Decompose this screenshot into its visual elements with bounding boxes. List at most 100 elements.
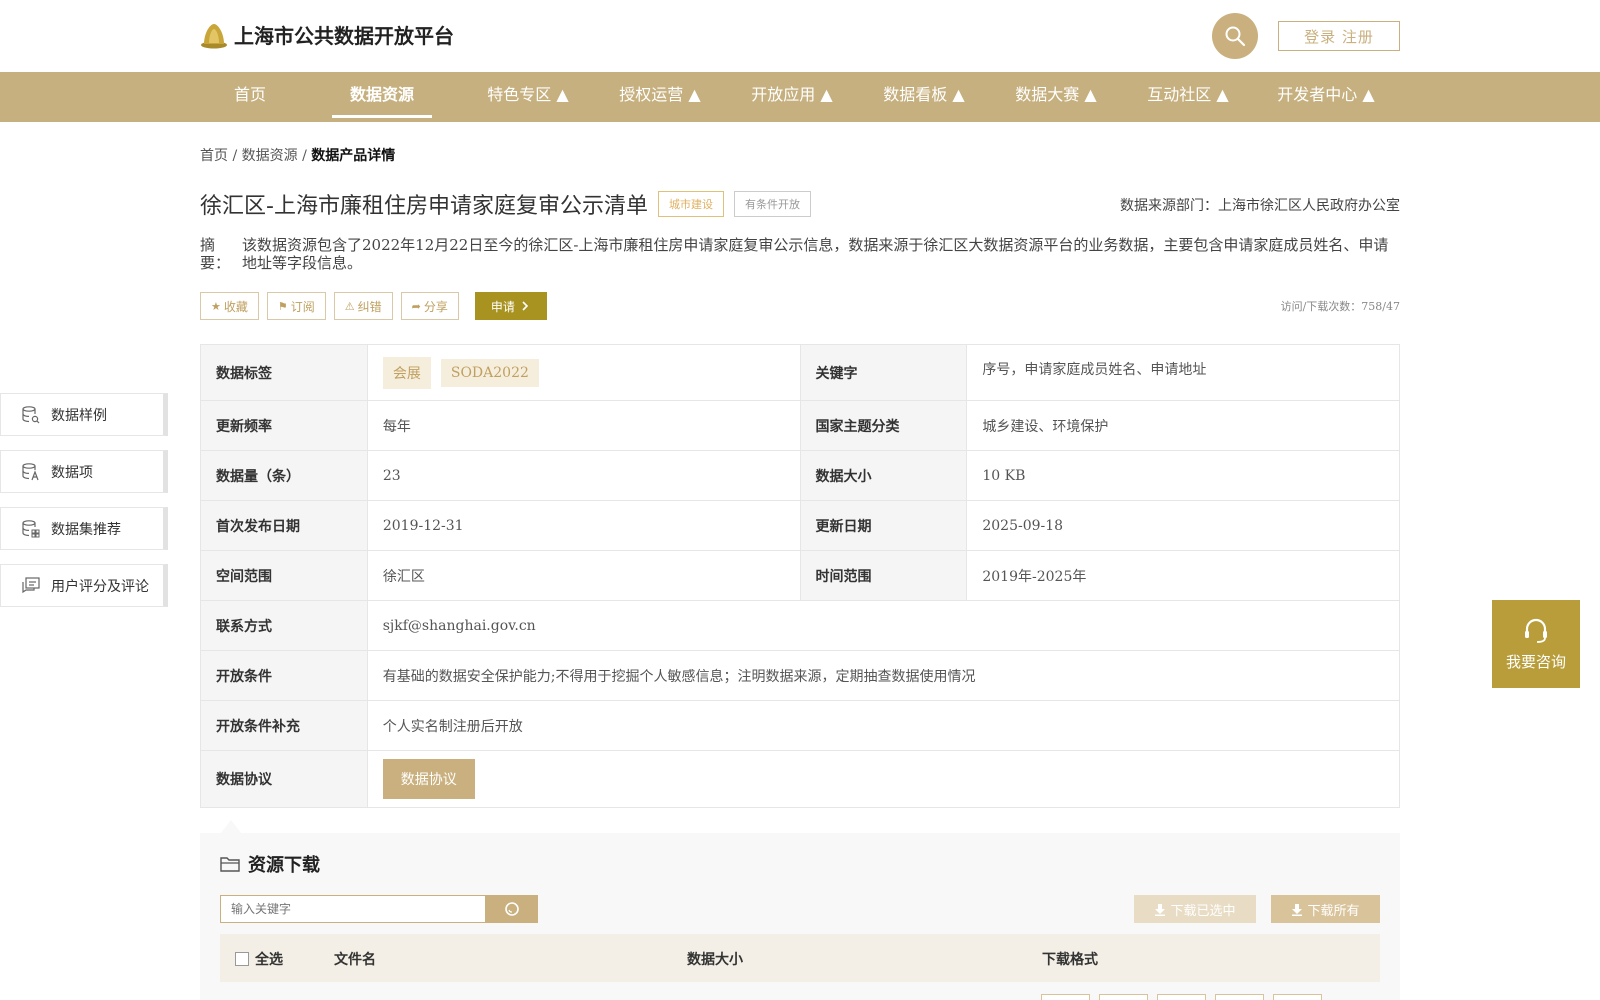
dataset-title: 徐汇区-上海市廉租住房申请家庭复审公示清单 (200, 194, 648, 219)
select-all-label: 全选 (255, 952, 283, 968)
open-type-tag: 有条件开放 (733, 191, 811, 217)
table-row: 更新频率 每年 国家主题分类 城乡建设、环境保护 (201, 401, 1399, 451)
freq-label: 更新频率 (201, 401, 368, 450)
login-register-button[interactable]: 登录 注册 (1278, 21, 1400, 51)
nav-data-resources[interactable]: 数据资源 (332, 72, 432, 122)
select-all-column[interactable]: 全选 (235, 949, 283, 969)
breadcrumb-sep: / (297, 148, 312, 164)
nav-community[interactable]: 互动社区 ▲ (1128, 72, 1248, 122)
open-cond-extra-value: 个人实名制注册后开放 (382, 718, 523, 735)
download-all-button[interactable]: 下载所有 (1271, 895, 1380, 923)
first-pub-label: 首次发布日期 (201, 501, 368, 550)
source-department: 数据来源部门：上海市徐汇区人民政府办公室 (1120, 198, 1400, 214)
freq-value: 每年 (368, 401, 801, 450)
protocol-label: 数据协议 (201, 751, 368, 807)
data-tag-chip[interactable]: 会展 (382, 356, 431, 389)
nav-home[interactable]: 首页 (226, 72, 274, 122)
nav-special-zone[interactable]: 特色专区 ▲ (468, 72, 588, 122)
breadcrumb-home[interactable]: 首页 (200, 148, 228, 164)
open-cond-label: 开放条件 (201, 651, 368, 700)
table-row: 数据量（条） 23 数据大小 10 KB (201, 451, 1399, 501)
tags-label: 数据标签 (201, 345, 368, 400)
updated-value: 2025-09-18 (982, 517, 1064, 534)
download-selected-label: 下载已选中 (1170, 903, 1236, 919)
site-title: 上海市公共数据开放平台 (234, 24, 454, 48)
download-search-button[interactable] (486, 895, 538, 923)
subscribe-button[interactable]: ⚑ 订阅 (266, 292, 326, 320)
comment-icon (22, 576, 40, 593)
table-row: 数据协议 数据协议 (201, 751, 1399, 807)
size-value: 10 KB (982, 467, 1026, 484)
side-item-ratings-comments[interactable]: 用户评分及评论 (0, 564, 168, 607)
search-icon (505, 902, 519, 916)
site-logo[interactable]: 上海市公共数据开放平台 (200, 20, 454, 49)
side-item-label: 数据样例 (51, 407, 107, 424)
share-button[interactable]: ➦ 分享 (400, 292, 459, 320)
main-nav: 首页 数据资源 特色专区 ▲ 授权运营 ▲ 开放应用 ▲ 数据看板 ▲ 数据大赛… (0, 72, 1600, 122)
breadcrumb: 首页 / 数据资源 / 数据产品详情 (200, 145, 395, 165)
keywords-label: 关键字 (800, 345, 968, 400)
open-cond-extra-label: 开放条件补充 (201, 701, 368, 750)
chevron-right-icon (522, 301, 529, 311)
format-button[interactable] (1215, 994, 1264, 1000)
download-title: 资源下载 (220, 851, 320, 877)
global-search-button[interactable] (1212, 13, 1258, 59)
favorite-button[interactable]: ★ 收藏 (200, 292, 259, 320)
database-letter-icon (22, 462, 39, 480)
download-icon (1155, 903, 1166, 916)
format-button[interactable] (1099, 994, 1148, 1000)
format-button[interactable] (1041, 994, 1090, 1000)
breadcrumb-current: 数据产品详情 (311, 148, 396, 164)
keywords-value: 序号，申请家庭成员姓名、申请地址 (982, 362, 1207, 378)
breadcrumb-section[interactable]: 数据资源 (242, 148, 298, 164)
first-pub-value: 2019-12-31 (368, 501, 801, 550)
filename-column-header: 文件名 (334, 952, 376, 968)
table-row: 首次发布日期 2019-12-31 更新日期 2025-09-18 (201, 501, 1399, 551)
format-buttons-row (1041, 994, 1331, 1000)
side-item-data-fields[interactable]: 数据项 (0, 450, 168, 493)
consult-label: 我要咨询 (1505, 652, 1566, 671)
format-button[interactable] (1157, 994, 1206, 1000)
apply-label: 申请 (490, 299, 515, 314)
category-tag: 城市建设 (657, 191, 724, 217)
report-error-button[interactable]: ⚠ 纠错 (333, 292, 393, 320)
format-button[interactable] (1273, 994, 1322, 1000)
data-tag-chip[interactable]: SODA2022 (440, 358, 539, 387)
database-grid-icon (22, 519, 40, 537)
time-label: 时间范围 (800, 551, 968, 600)
tags-cell: 会展 SODA2022 (368, 345, 801, 400)
nav-data-contest[interactable]: 数据大赛 ▲ (996, 72, 1116, 122)
report-label: 纠错 (357, 299, 382, 314)
side-item-label: 数据项 (51, 464, 93, 481)
select-all-checkbox[interactable] (235, 952, 249, 966)
logo-icon (201, 23, 227, 48)
flag-icon: ⚑ (277, 299, 288, 313)
side-item-data-sample[interactable]: 数据样例 (0, 393, 168, 436)
share-label: 分享 (423, 299, 448, 314)
data-protocol-button[interactable]: 数据协议 (382, 759, 475, 799)
format-column-header: 下载格式 (1042, 952, 1098, 968)
apply-button[interactable]: 申请 (474, 292, 547, 320)
space-label: 空间范围 (201, 551, 368, 600)
star-icon: ★ (211, 299, 221, 313)
count-value: 23 (368, 451, 801, 500)
contact-value: sjkf@shanghai.gov.cn (382, 617, 536, 634)
download-table-header: 全选 文件名 数据大小 下载格式 (220, 934, 1380, 982)
nav-data-dashboard[interactable]: 数据看板 ▲ (864, 72, 984, 122)
visit-download-count: 访问/下载次数：758/47 (1280, 300, 1400, 313)
summary-label: 摘 要： (200, 236, 231, 272)
protocol-cell: 数据协议 (368, 751, 1399, 807)
table-row: 空间范围 徐汇区 时间范围 2019年-2025年 (201, 551, 1399, 601)
dataset-info-table: 数据标签 会展 SODA2022 关键字 序号，申请家庭成员姓名、申请地址 更新… (200, 344, 1400, 808)
consult-button[interactable]: 我要咨询 (1492, 600, 1580, 688)
resource-download-section: 资源下载 下载已选中 下载所有 全选 文件名 数据大小 下载格式 (200, 833, 1400, 1000)
download-selected-button[interactable]: 下载已选中 (1134, 895, 1256, 923)
nav-developer-center[interactable]: 开发者中心 ▲ (1258, 72, 1394, 122)
nav-authorized-ops[interactable]: 授权运营 ▲ (600, 72, 720, 122)
side-item-dataset-recommend[interactable]: 数据集推荐 (0, 507, 168, 550)
download-search-input[interactable] (220, 895, 486, 923)
download-icon (1292, 903, 1303, 916)
nav-open-apps[interactable]: 开放应用 ▲ (732, 72, 852, 122)
size-label: 数据大小 (800, 451, 968, 500)
share-icon: ➦ (411, 299, 421, 313)
